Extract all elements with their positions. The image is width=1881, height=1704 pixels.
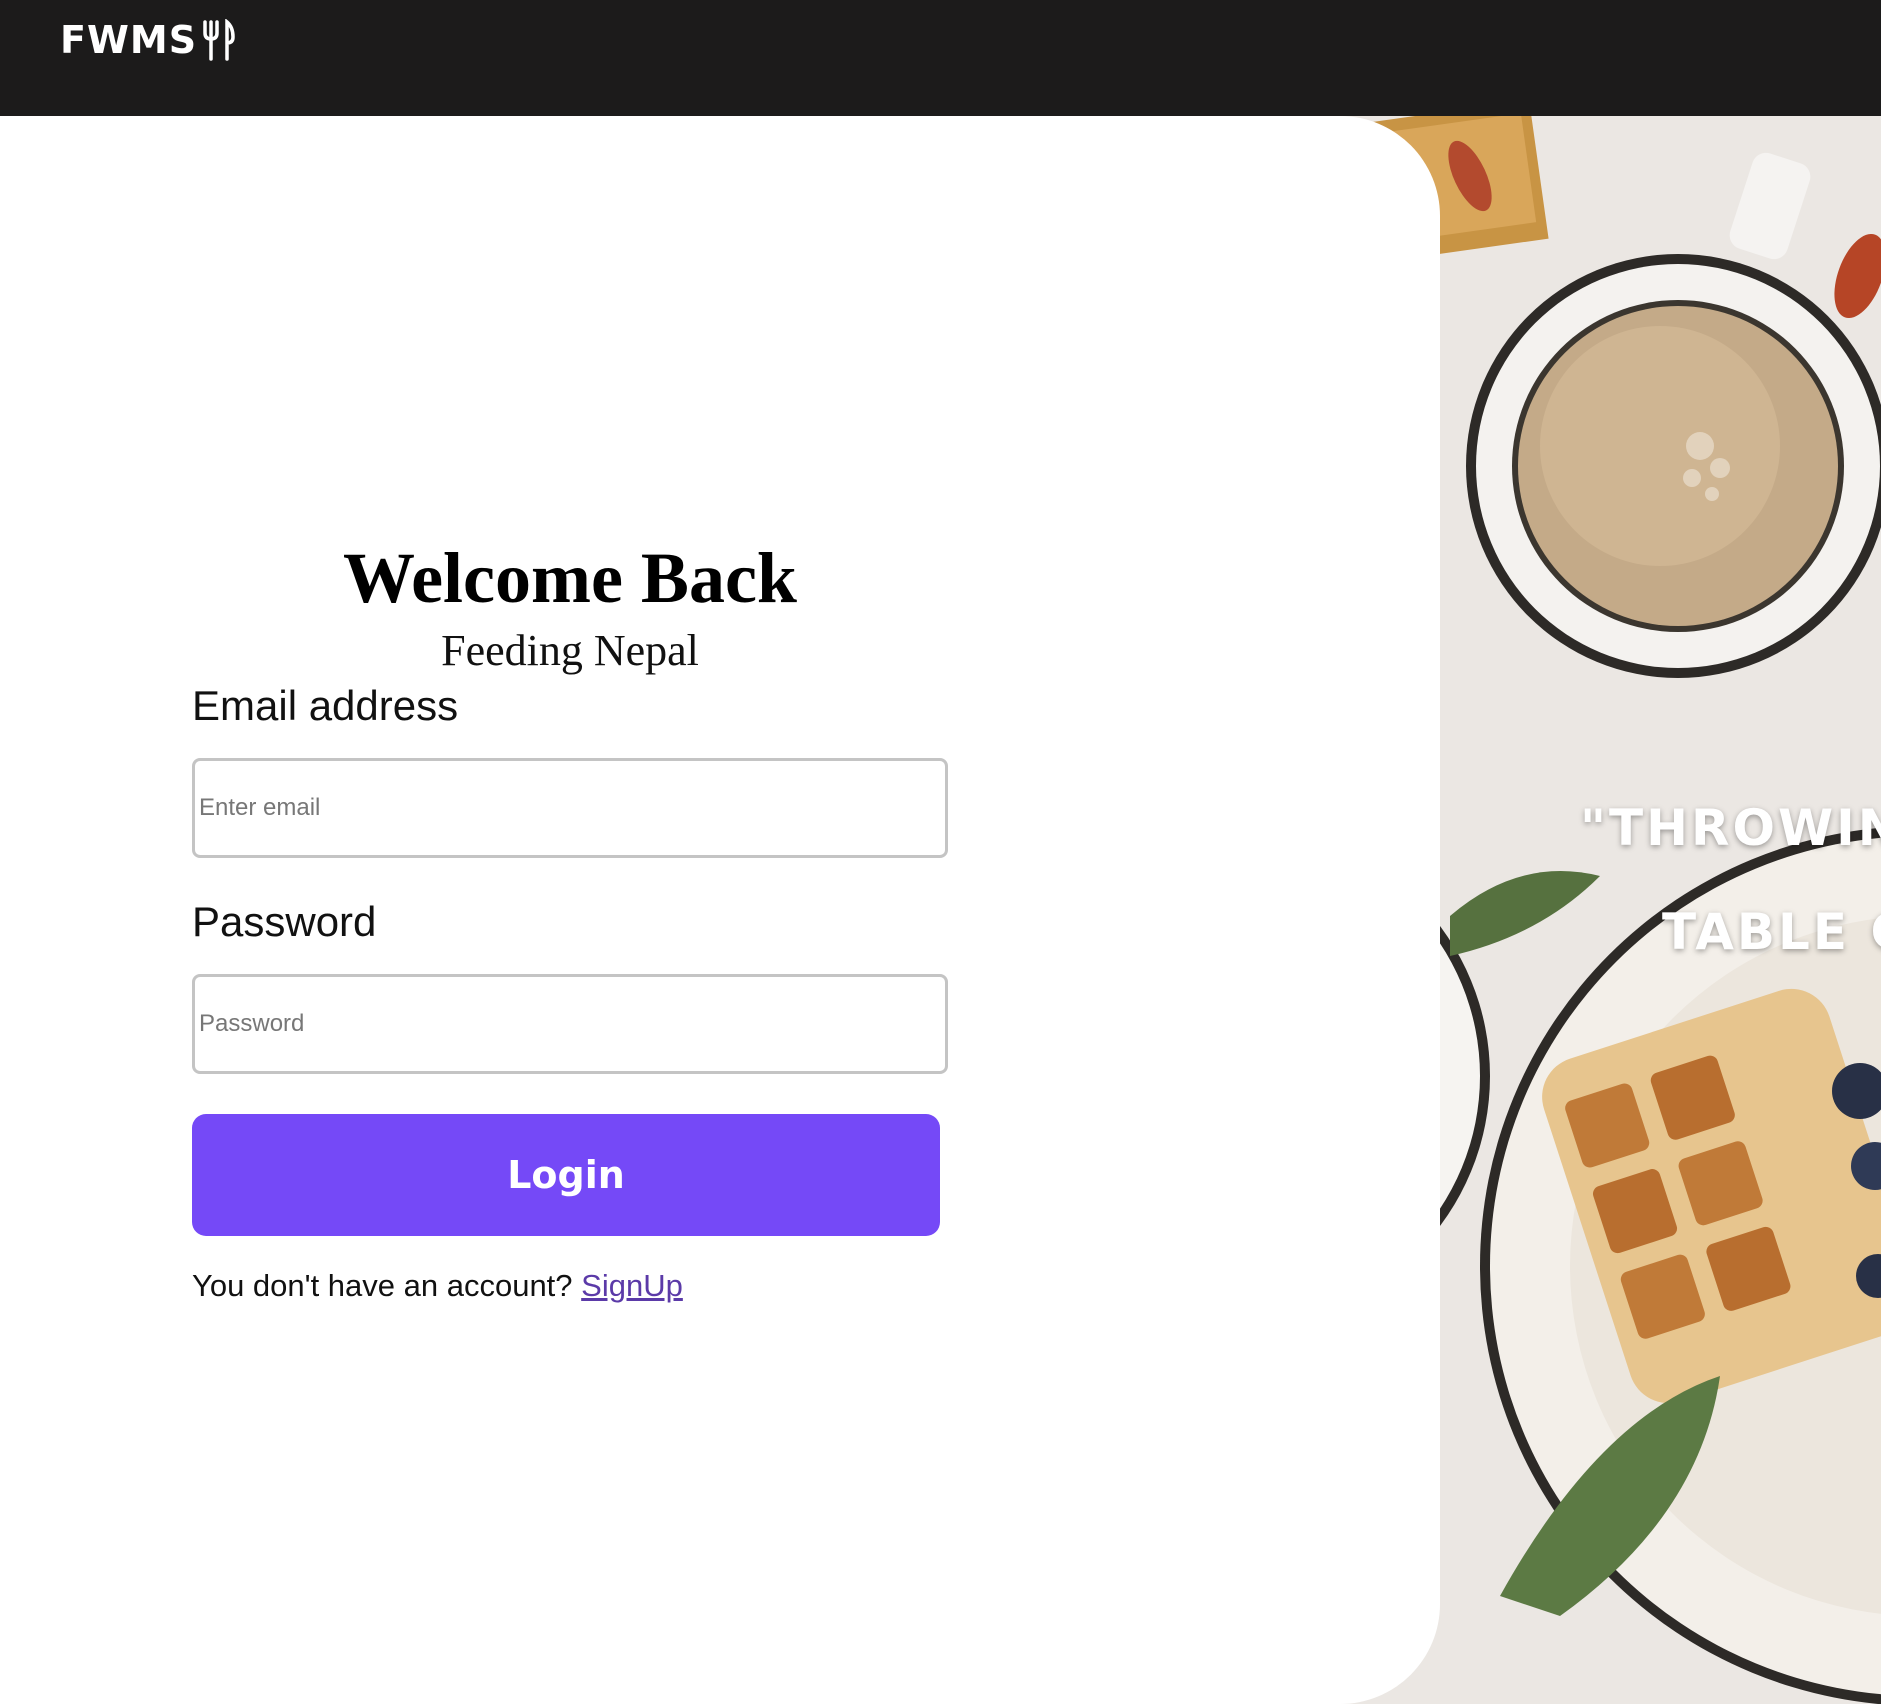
password-field[interactable] — [192, 974, 948, 1074]
brand-logo[interactable]: FWMS — [60, 18, 235, 62]
page-title: Welcome Back — [343, 538, 797, 618]
fork-knife-icon — [203, 19, 235, 61]
login-button[interactable]: Login — [192, 1114, 940, 1236]
hero-quote-line2: TABLE C — [1662, 903, 1881, 961]
login-card: Welcome Back Feeding Nepal Email address… — [0, 116, 1440, 1704]
email-field[interactable] — [192, 758, 948, 858]
brand-name: FWMS — [60, 18, 198, 62]
login-form: Welcome Back Feeding Nepal Email address… — [192, 530, 948, 1304]
hero-quote-line1: "THROWIN — [1580, 799, 1881, 857]
page-subtitle: Feeding Nepal — [441, 626, 699, 675]
signup-prompt: You don't have an account? — [192, 1268, 573, 1303]
email-label: Email address — [192, 682, 459, 729]
top-navbar: FWMS — [0, 0, 1881, 116]
hero-quote: "THROWIN TABLE C — [1580, 776, 1881, 984]
password-label: Password — [192, 898, 377, 945]
signup-row: You don't have an account? SignUp — [192, 1268, 948, 1304]
signup-link[interactable]: SignUp — [581, 1268, 683, 1303]
